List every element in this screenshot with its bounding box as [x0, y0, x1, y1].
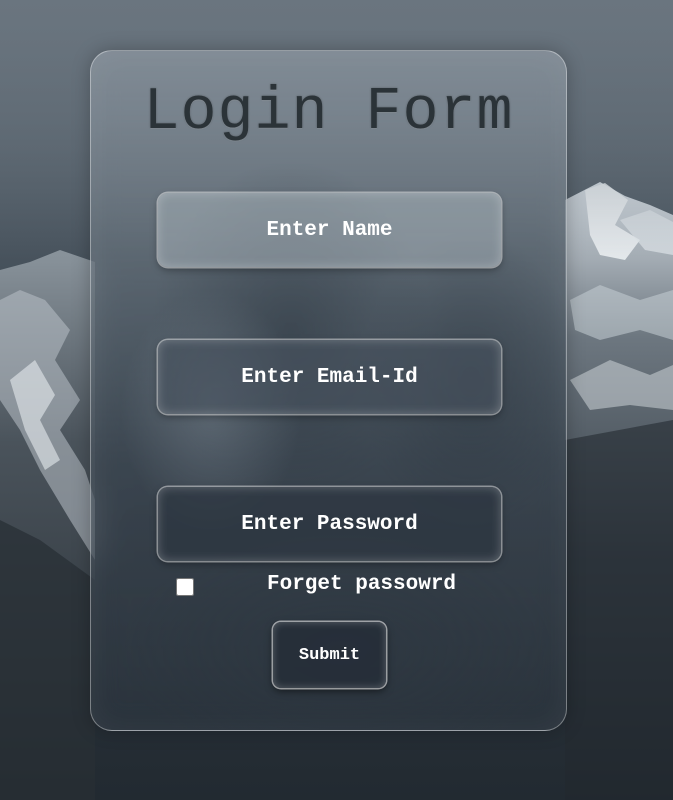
email-input[interactable]	[158, 340, 501, 414]
page-title: Login Form	[143, 79, 514, 147]
forget-password-label: Forget passowrd	[267, 573, 457, 596]
login-card: Login Form Forget passowrd Submit	[90, 50, 567, 731]
password-input[interactable]	[158, 487, 501, 561]
forget-password-checkbox[interactable]	[176, 578, 194, 596]
name-input[interactable]	[158, 193, 501, 267]
submit-button[interactable]: Submit	[273, 622, 386, 688]
